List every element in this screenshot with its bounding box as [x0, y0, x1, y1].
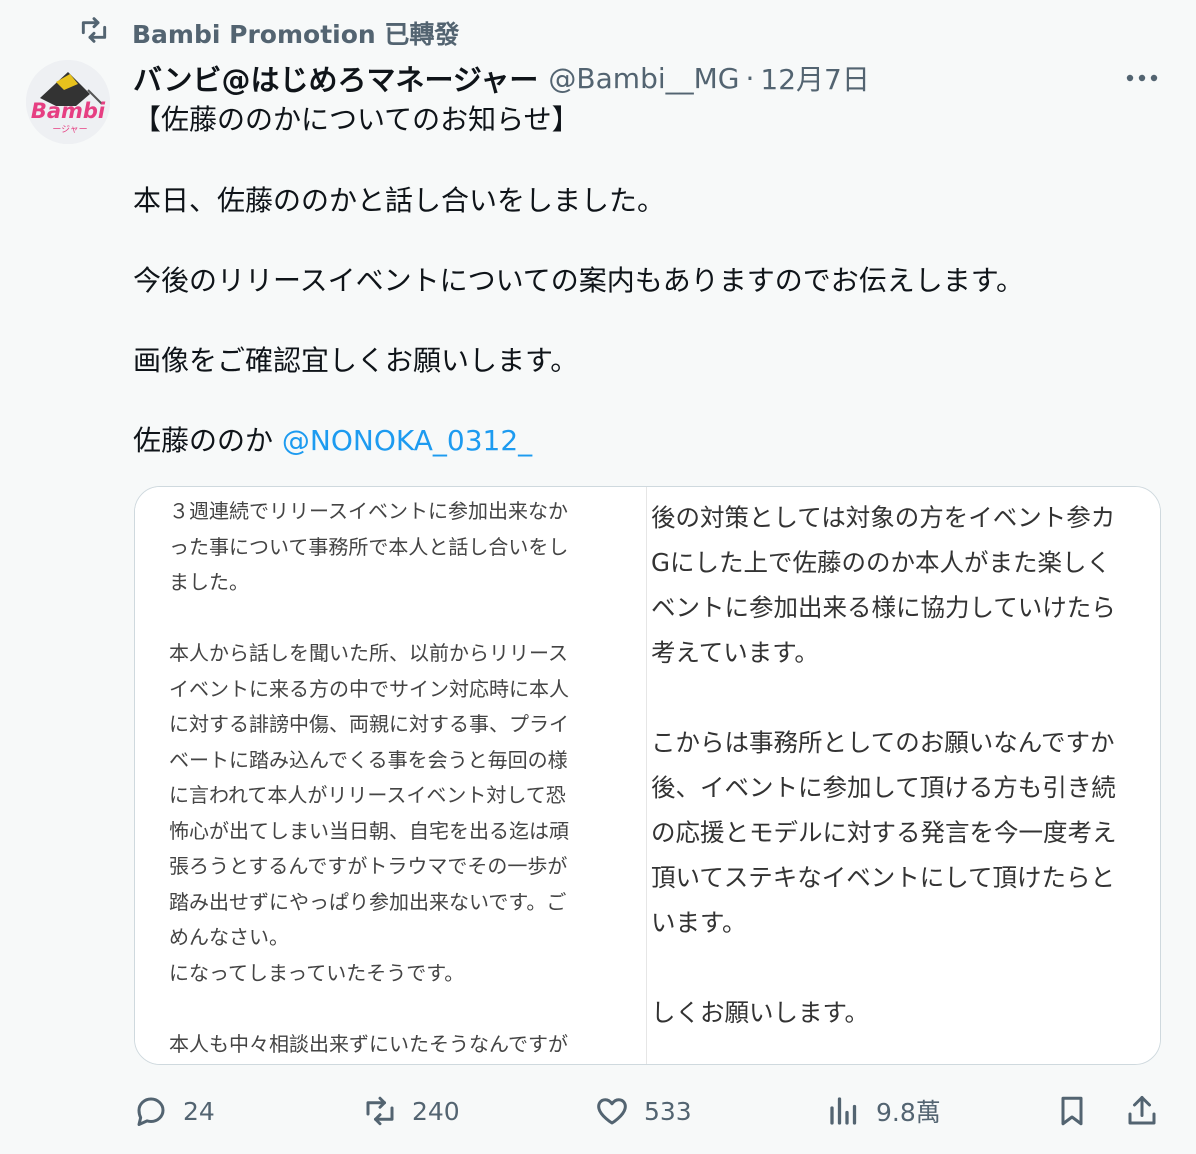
heart-icon — [597, 1098, 627, 1125]
tweet-paragraph-3: 画像をご確認宜しくお願いします。 — [133, 344, 579, 377]
views-button[interactable]: 9.8萬 — [826, 1088, 941, 1134]
media-right-line: ベントに参加出来る様に協力していけたら — [651, 593, 1116, 622]
media-left-line: 怖心が出てしまい当日朝、自宅を出る迄は頑 — [169, 818, 569, 843]
media-right-line: 頂いてステキなイベントにして頂けたらと — [651, 863, 1116, 892]
media-left-line: 張ろうとするんですがトラウマでその一歩が — [169, 854, 568, 878]
media-right-line: Gにした上で佐藤ののか本人がまた楽しく — [651, 548, 1111, 577]
media-left-line: 踏み出せずにやっぱり参加出来ないです。ご — [169, 889, 567, 914]
more-options-button[interactable] — [1122, 62, 1162, 94]
media-right-line: 考えています。 — [651, 638, 819, 667]
media-left-line: 本人から話しを聞いた所、以前からリリース — [169, 641, 568, 665]
media-left-line: ３週連続でリリースイベントに参加出来なか — [169, 499, 568, 523]
reply-button[interactable]: 24 — [133, 1088, 215, 1134]
avatar-logo-subtext: ージャー — [52, 125, 87, 135]
media-left-line: ました。 — [169, 570, 249, 594]
retweet-icon — [78, 14, 110, 52]
media-left-line: に言われて本人がリリースイベント対して恐 — [169, 783, 566, 807]
retweet-button[interactable]: 240 — [362, 1088, 460, 1134]
like-count: 533 — [644, 1096, 692, 1126]
action-bar: 24 240 533 9.8萬 — [0, 1088, 1196, 1134]
display-name[interactable]: バンビ@はじめろマネージャー — [133, 57, 538, 99]
tweet-title: 【佐藤ののかについてのお知らせ】 — [133, 103, 580, 136]
media-right-line: 後の対策としては対象の方をイベント参カ — [651, 503, 1116, 532]
media-left-line: った事について事務所で本人と話し合いをし — [169, 534, 569, 559]
avatar[interactable]: Bambi ージャー — [26, 60, 110, 144]
tweet-paragraph-1: 本日、佐藤ののかと話し合いをしました。 — [133, 184, 666, 217]
views-icon — [830, 1097, 857, 1125]
retweet-notice-text: Bambi Promotion 已轉發 — [132, 20, 460, 49]
more-dots-icon — [1126, 74, 1158, 82]
media-right-line: 後、イベントに参加して頂ける方も引き続 — [651, 773, 1116, 802]
tweet-signature: 佐藤ののか — [133, 424, 282, 457]
retweet-notice[interactable]: Bambi Promotion 已轉發 — [78, 14, 459, 52]
media-left-line: めんなさい。 — [169, 925, 289, 949]
share-icon — [1128, 1096, 1156, 1125]
media-left-line: になってしまっていたそうです。 — [169, 960, 465, 985]
media-right-line: しくお願いします。 — [651, 998, 870, 1027]
media-left-line: 本人も中々相談出来ずにいたそうなんですが — [169, 1031, 568, 1056]
media-image-left[interactable]: ３週連続でリリースイベントに参加出来なか った事について事務所で本人と話し合いをし… — [135, 487, 645, 1064]
media-right-line: こからは事務所としてのお願いなんですか — [651, 728, 1115, 757]
media-left-line: イベントに来る方の中でサイン対応時に本人 — [169, 676, 569, 701]
bookmark-button[interactable] — [1054, 1088, 1090, 1134]
share-button[interactable] — [1124, 1088, 1160, 1134]
bookmark-icon — [1061, 1096, 1083, 1126]
user-handle[interactable]: @Bambi__MG — [548, 62, 739, 95]
retweet-action-icon — [366, 1096, 394, 1126]
tweet-header: バンビ@はじめろマネージャー @Bambi__MG · 12月7日 — [133, 58, 870, 98]
reply-count: 24 — [183, 1096, 215, 1126]
view-count: 9.8萬 — [876, 1098, 941, 1127]
mention-link[interactable]: @NONOKA_0312_ — [282, 424, 532, 457]
retweet-count: 240 — [412, 1096, 460, 1126]
reply-icon — [137, 1097, 165, 1126]
separator-dot: · — [745, 61, 755, 95]
timestamp[interactable]: 12月7日 — [760, 58, 869, 98]
media-left-line: ベートに踏み込んでくる事を会うと毎回の様 — [169, 747, 568, 772]
media-images[interactable]: ３週連続でリリースイベントに参加出来なか った事について事務所で本人と話し合いをし… — [134, 486, 1161, 1065]
avatar-logo-text: Bambi — [31, 99, 106, 123]
tweet-paragraph-2: 今後のリリースイベントについての案内もありますのでお伝えします。 — [133, 264, 1024, 297]
media-image-right[interactable]: 後の対策としては対象の方をイベント参カ Gにした上で佐藤ののか本人がまた楽しく ベン… — [646, 487, 1160, 1064]
media-right-line: います。 — [651, 908, 747, 937]
media-left-line: に対する誹謗中傷、両親に対する事、プライ — [169, 712, 569, 736]
media-right-line: の応援とモデルに対する発言を今一度考え — [651, 818, 1117, 847]
like-button[interactable]: 533 — [594, 1088, 692, 1134]
tweet-paragraph-4: 佐藤ののか @NONOKA_0312_ — [133, 421, 532, 461]
